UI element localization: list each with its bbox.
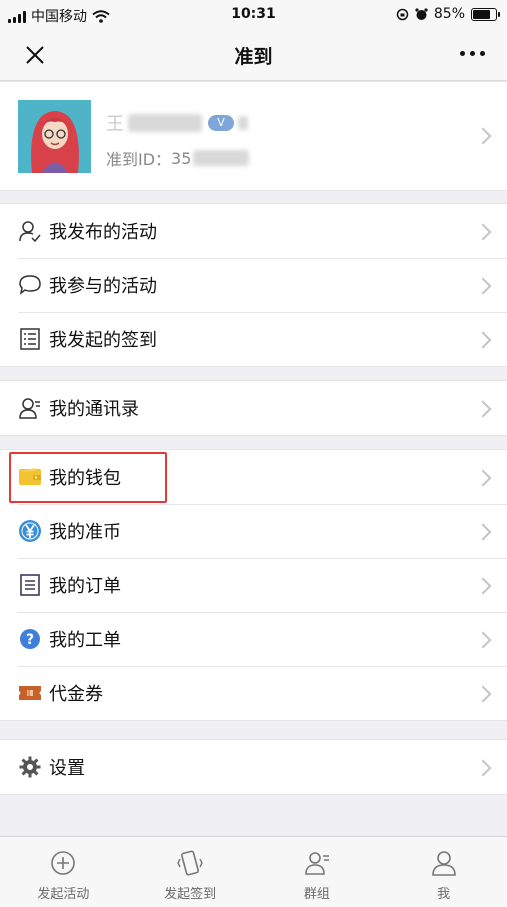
tab-label: 群组 [303, 887, 330, 902]
yen-coin-icon [18, 519, 42, 543]
tab-create-activity[interactable]: 发起活动 [0, 837, 127, 907]
avatar [18, 100, 91, 173]
checklist-icon [18, 327, 42, 351]
phone-shake-icon [177, 850, 203, 876]
menu-item-label: 我的订单 [49, 576, 121, 597]
menu-group-account: 我的钱包 我的准币 我的订单 ? 我的工单 代金券 [0, 449, 507, 721]
alarm-icon [415, 7, 428, 20]
chevron-right-icon [474, 400, 492, 418]
menu-item-label: 我的准币 [49, 522, 121, 543]
menu-item-label: 我发起的签到 [49, 330, 157, 351]
menu-item-wallet[interactable]: 我的钱包 [0, 450, 507, 504]
tab-create-checkin[interactable]: 发起签到 [127, 837, 254, 907]
user-check-icon [18, 219, 42, 243]
profile-id-value: 35 [171, 148, 192, 168]
profile-name: 王 V [106, 110, 248, 136]
tab-label: 发起活动 [37, 887, 90, 902]
tab-label: 我 [437, 887, 451, 902]
tab-groups[interactable]: 群组 [254, 837, 381, 907]
menu-item-joined-activities[interactable]: 我参与的活动 [0, 258, 507, 312]
menu-item-coins[interactable]: 我的准币 [0, 504, 507, 558]
group-icon [305, 852, 329, 875]
menu-group-contacts: 我的通讯录 [0, 380, 507, 436]
wallet-icon [18, 465, 42, 489]
profile-id: 准到ID： 35 [106, 146, 250, 170]
rotation-lock-icon [396, 8, 409, 20]
menu-item-tickets[interactable]: ? 我的工单 [0, 612, 507, 666]
menu-item-settings[interactable]: 设置 [0, 740, 507, 794]
more-icon[interactable] [460, 51, 485, 56]
profile-name-text: 王 [106, 114, 124, 135]
chevron-right-icon [474, 631, 492, 649]
nav-bar: 准到 [0, 30, 507, 81]
person-icon [431, 851, 456, 876]
tab-me[interactable]: 我 [380, 837, 507, 907]
chat-bubble-icon [18, 273, 42, 297]
profile-id-label: 准到ID： [106, 150, 172, 169]
menu-item-coupons[interactable]: 代金券 [0, 666, 507, 720]
badge-blur [238, 116, 248, 130]
chevron-right-icon [474, 469, 492, 487]
chevron-right-icon [474, 685, 492, 703]
menu-group-activities: 我发布的活动 我参与的活动 我发起的签到 [0, 203, 507, 367]
chevron-right-icon [474, 577, 492, 595]
chevron-right-icon [474, 127, 492, 145]
verified-icon: V [208, 115, 234, 131]
gear-icon [18, 755, 42, 779]
menu-item-published-activities[interactable]: 我发布的活动 [0, 204, 507, 258]
status-bar: 中国移动 10:31 85% [0, 0, 507, 30]
profile-card[interactable]: 王 V 准到ID： 35 [0, 81, 507, 191]
question-icon: ? [18, 627, 42, 651]
menu-item-label: 我发布的活动 [49, 222, 157, 243]
contacts-icon [18, 396, 42, 420]
chevron-right-icon [474, 223, 492, 241]
chevron-right-icon [474, 759, 492, 777]
svg-text:?: ? [26, 632, 34, 648]
tab-label: 发起签到 [164, 887, 217, 902]
menu-item-initiated-checkins[interactable]: 我发起的签到 [0, 312, 507, 366]
profile-name-blur [128, 114, 202, 132]
menu-item-label: 设置 [49, 758, 85, 779]
menu-item-orders[interactable]: 我的订单 [0, 558, 507, 612]
menu-item-label: 我参与的活动 [49, 276, 157, 297]
menu-item-label: 我的通讯录 [49, 399, 139, 420]
status-right: 85% [396, 6, 500, 22]
page-title: 准到 [234, 46, 273, 68]
menu-item-label: 我的钱包 [49, 468, 121, 489]
menu-group-settings: 设置 [0, 739, 507, 795]
battery-icon [471, 7, 500, 21]
menu-item-label: 我的工单 [49, 630, 121, 651]
order-list-icon [18, 573, 42, 597]
battery-percent: 85% [433, 6, 465, 22]
chevron-right-icon [474, 523, 492, 541]
profile-id-blur [193, 150, 250, 166]
tab-bar: 发起活动 发起签到 群组 我 [0, 836, 507, 907]
plus-circle-icon [51, 851, 76, 875]
menu-item-contacts[interactable]: 我的通讯录 [0, 381, 507, 435]
chevron-right-icon [474, 277, 492, 295]
menu-item-label: 代金券 [49, 684, 103, 705]
coupon-icon [18, 681, 42, 705]
chevron-right-icon [474, 331, 492, 349]
